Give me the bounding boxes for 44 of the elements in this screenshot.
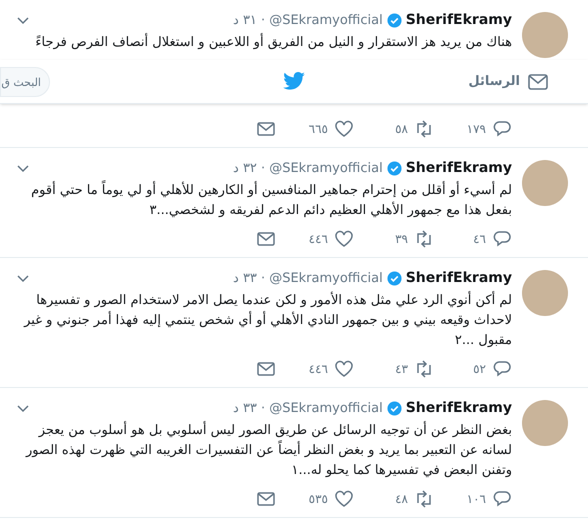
reply-count: ٥٢ [473, 361, 486, 378]
display-name[interactable]: SherifEkramy [406, 268, 512, 289]
heart-icon[interactable] [334, 229, 354, 249]
retweet-count: ٥٨ [395, 121, 408, 138]
retweet-count: ٣٩ [395, 231, 408, 248]
messages-tab[interactable]: الرسائل [468, 72, 548, 92]
chevron-down-icon[interactable] [16, 164, 30, 174]
display-name[interactable]: SherifEkramy [406, 398, 512, 419]
tweet-text: لم أكن أنوي الرد علي مثل هذه الأمور و لكن عندما يصل الامر لاستخدام الصور و تفسيرها لاحداث وقيعه بيني و بين جمهور النادي الأهلي أو أي شخص ينتمي إليه فهذا أمر جنوني و غير مقبول ...٢ [22, 291, 512, 350]
timestamp[interactable]: · ٣٣ د [233, 268, 266, 288]
like-count: ٥٣٥ [308, 491, 328, 508]
display-name[interactable]: SherifEkramy [406, 158, 512, 179]
user-handle[interactable]: @SEkramyofficial [269, 398, 383, 418]
user-handle[interactable]: @SEkramyofficial [269, 268, 383, 288]
like-count: ٦٦٥ [308, 121, 328, 138]
display-name[interactable]: SherifEkramy [406, 10, 512, 31]
reply-count: ١٠٦ [466, 491, 486, 508]
heart-icon[interactable] [334, 489, 354, 509]
envelope-icon [528, 74, 548, 90]
like-count: ٤٤٦ [308, 231, 328, 248]
timestamp[interactable]: · ٣٢ د [233, 158, 266, 178]
reply-icon[interactable] [492, 359, 512, 379]
tweet-text: بغض النظر عن أن توجيه الرسائل عن طريق الصور ليس أسلوبي بل هو أسلوب من يعجز لسانه عن التعبير بما يريد و بغض النظر أيضاً عن التفسيرات الغريبه التي ظهرت لهذه الصور وتفنن البعض في تفسيرها كما يحلو له...١ [24, 421, 512, 480]
search-field[interactable]: البحث ق [0, 67, 50, 97]
chevron-down-icon[interactable] [16, 16, 30, 26]
reply-icon[interactable] [492, 489, 512, 509]
chevron-down-icon[interactable] [16, 274, 30, 284]
reply-icon[interactable] [492, 119, 512, 139]
tweet-text: هناك من يريد هز الاستقرار و النيل من الفريق أو اللاعبين و استغلال أنصاف الفرص فرجاءً [34, 33, 512, 52]
retweet-count: ٤٨ [395, 491, 408, 508]
timestamp[interactable]: · ٣١ د [233, 10, 266, 30]
retweet-count: ٤٣ [395, 361, 408, 378]
reply-count: ٤٦ [473, 231, 486, 248]
user-handle[interactable]: @SEkramyofficial [269, 158, 383, 178]
like-count: ٤٤٦ [308, 361, 328, 378]
heart-icon[interactable] [334, 119, 354, 139]
reply-count: ١٧٩ [466, 121, 486, 138]
heart-icon[interactable] [334, 359, 354, 379]
chevron-down-icon[interactable] [16, 404, 30, 414]
user-handle[interactable]: @SEkramyofficial [269, 10, 383, 30]
timestamp[interactable]: · ٣٣ د [233, 398, 266, 418]
tweet-text: لم أسيء أو أقلل من إحترام جماهير المنافسين أو الكارهين للأهلي أو لي يوماً ما حتي أقوم بفعل هذا مع جمهور الأهلي العظيم دائم الدعم لفريقه و لشخصي...٣ [16, 181, 512, 221]
bird-logo-icon[interactable] [283, 72, 305, 90]
reply-icon[interactable] [492, 229, 512, 249]
